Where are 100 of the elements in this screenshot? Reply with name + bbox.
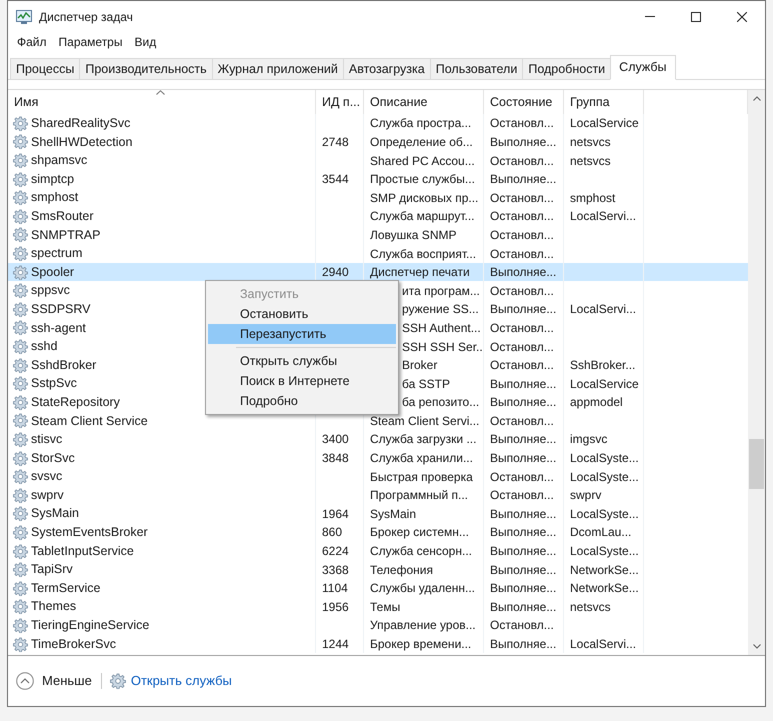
service-description: Определение об... [370, 134, 473, 151]
gear-icon [13, 488, 28, 503]
tab[interactable]: Производительность [79, 58, 213, 79]
window-title: Диспетчер задач [39, 8, 133, 26]
process-id: 860 [322, 524, 342, 542]
service-name: Themes [31, 598, 76, 616]
service-description: ба SSTP [402, 376, 450, 393]
service-name: ShellHWDetection [31, 134, 132, 151]
gear-icon [13, 190, 28, 206]
service-name: SshdBroker [31, 356, 96, 374]
service-group: SshBroker... [570, 356, 636, 374]
gear-icon [13, 544, 28, 559]
service-status: Остановл... [490, 617, 554, 634]
tab[interactable]: Службы [610, 55, 676, 80]
service-status: Остановл... [490, 208, 554, 226]
service-description: SysMain [370, 506, 416, 523]
service-name: swprv [31, 486, 64, 504]
service-description: SMP дисковых пр... [370, 190, 478, 207]
tab[interactable]: Подробности [522, 58, 612, 79]
process-id: 1964 [322, 506, 349, 523]
service-status: Выполняе... [490, 394, 556, 412]
service-group: LocalServi... [570, 207, 636, 226]
service-group: LocalSyste... [570, 468, 639, 486]
tab[interactable]: Журнал приложений [212, 58, 344, 79]
scroll-thumb[interactable] [749, 439, 764, 489]
process-id: 1244 [322, 636, 349, 653]
service-name: StateRepository [31, 394, 120, 411]
scroll-down-icon[interactable] [752, 644, 760, 649]
gear-icon [13, 227, 28, 242]
menu-item[interactable]: Параметры [52, 33, 128, 51]
service-description: Простые службы... [370, 171, 475, 188]
open-services-link[interactable]: Открыть службы [130, 671, 232, 691]
menu-item[interactable]: Подробно [208, 391, 396, 411]
service-status: Выполняе... [490, 524, 556, 542]
service-name: SstpSvc [31, 375, 77, 392]
menu-item[interactable]: Файл [11, 33, 53, 51]
collapse-icon[interactable] [16, 672, 34, 690]
service-status: Остановл... [490, 152, 554, 170]
service-description: Служба загрузки ... [370, 431, 476, 448]
tab[interactable]: Автозагрузка [342, 58, 431, 79]
service-status: Остановл... [490, 487, 554, 504]
service-name: TermService [31, 580, 100, 597]
process-id: 1956 [322, 598, 349, 616]
service-description: Быстрая проверка [370, 468, 473, 486]
tab[interactable]: Пользователи [430, 58, 524, 79]
gear-icon [13, 618, 28, 633]
service-status: Выполняе... [490, 376, 556, 393]
menu-item[interactable]: Поиск в Интернете [208, 371, 396, 391]
service-name: Spooler [31, 264, 74, 281]
service-group: LocalServi... [570, 300, 636, 318]
service-name: TapiSrv [31, 561, 73, 578]
scrollbar[interactable] [748, 90, 765, 655]
service-name: SSDPSRV [31, 300, 91, 318]
gear-icon [13, 172, 28, 187]
service-row[interactable]: Spooler 2940 Диспетчер печати Выполняе... [8, 262, 748, 282]
service-description: Служба маршрут... [370, 208, 475, 226]
fewer-details-button[interactable]: Меньше [42, 671, 92, 691]
service-description: Брокер времени... [370, 636, 472, 653]
service-description: Служба восприят... [370, 246, 476, 263]
menu-item[interactable]: Остановить [208, 304, 396, 324]
service-name: SysMain [31, 505, 79, 522]
service-description: Shared PC Accou... [370, 152, 475, 170]
process-id: 3400 [322, 431, 349, 448]
service-description: Диспетчер печати [370, 264, 470, 282]
gear-icon [13, 208, 28, 224]
service-description: Брокер системн... [370, 524, 469, 542]
service-group: LocalSyste... [570, 542, 639, 560]
service-name: shpamsvc [31, 152, 88, 170]
service-group: smphost [570, 188, 616, 207]
service-description: Телефония [370, 562, 433, 579]
service-description: Ловушка SNMP [370, 226, 456, 244]
tab[interactable]: Процессы [10, 58, 80, 79]
service-status: Остановл... [490, 320, 554, 337]
service-group: netsvcs [570, 598, 611, 616]
service-group: DcomLau... [570, 523, 632, 542]
app-icon [16, 10, 32, 24]
gear-icon [13, 432, 28, 447]
gear-icon [13, 506, 28, 522]
service-status: Остановл... [490, 190, 554, 207]
service-status: Выполняе... [490, 264, 556, 282]
service-description: SSH Authent... [402, 320, 481, 337]
service-group: LocalService [570, 114, 639, 132]
service-group: NetworkSe... [570, 579, 639, 598]
menu-item[interactable]: Вид [128, 33, 162, 51]
service-description: Служба хранили... [370, 450, 473, 468]
sort-ascending-icon [156, 90, 165, 95]
service-description: Служба простра... [370, 115, 472, 132]
service-status: Выполняе... [490, 598, 556, 616]
service-group: LocalServi... [570, 635, 636, 653]
scroll-up-icon[interactable] [752, 96, 760, 101]
service-description: Темы [370, 598, 400, 616]
service-description: Служба сенсорн... [370, 543, 472, 560]
service-status: Остановл... [490, 338, 554, 356]
service-description: ба репозито... [402, 394, 480, 412]
menu-item[interactable]: Открыть службы [208, 351, 396, 371]
process-id: 1104 [322, 580, 348, 598]
service-status: Выполняе... [490, 562, 556, 579]
process-id: 6224 [322, 543, 349, 560]
service-group: netsvcs [570, 152, 611, 170]
menu-item[interactable]: Перезапустить [208, 324, 396, 344]
